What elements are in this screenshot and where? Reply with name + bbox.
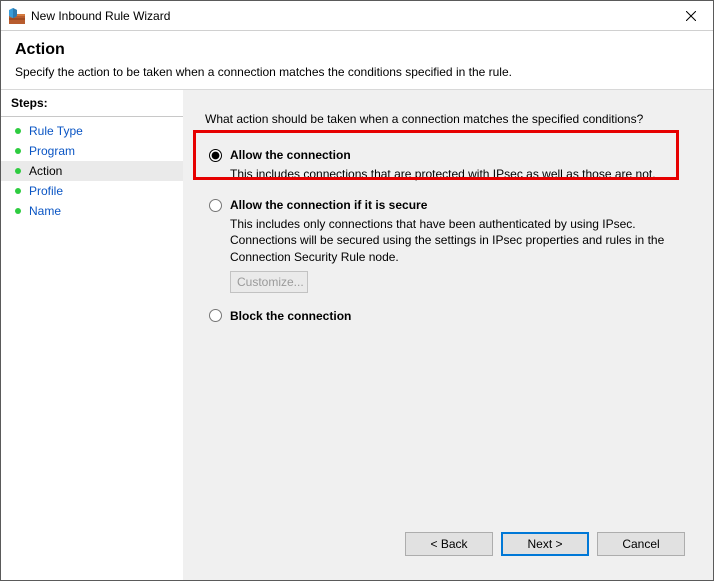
option-allow-secure-row[interactable]: Allow the connection if it is secure: [209, 198, 691, 212]
next-button[interactable]: Next >: [501, 532, 589, 556]
option-block: Block the connection: [205, 309, 691, 323]
step-name[interactable]: Name: [1, 201, 183, 221]
radio-allow-secure[interactable]: [209, 199, 222, 212]
customize-button: Customize...: [230, 271, 308, 293]
step-program[interactable]: Program: [1, 141, 183, 161]
window-title: New Inbound Rule Wizard: [31, 9, 668, 23]
close-button[interactable]: [668, 1, 713, 30]
option-block-row[interactable]: Block the connection: [209, 309, 691, 323]
step-label: Program: [29, 144, 75, 158]
option-label: Block the connection: [230, 309, 351, 323]
steps-heading: Steps:: [1, 96, 183, 116]
action-options: Allow the connection This includes conne…: [205, 148, 691, 339]
radio-allow[interactable]: [209, 149, 222, 162]
title-bar: New Inbound Rule Wizard: [1, 1, 713, 31]
step-profile[interactable]: Profile: [1, 181, 183, 201]
bullet-icon: [15, 208, 21, 214]
back-button[interactable]: < Back: [405, 532, 493, 556]
cancel-button[interactable]: Cancel: [597, 532, 685, 556]
radio-block[interactable]: [209, 309, 222, 322]
close-icon: [686, 11, 696, 21]
bullet-icon: [15, 148, 21, 154]
option-desc: This includes only connections that have…: [230, 216, 670, 265]
wizard-footer: < Back Next > Cancel: [205, 520, 691, 568]
step-label: Profile: [29, 184, 63, 198]
option-desc: This includes connections that are prote…: [230, 166, 670, 182]
bullet-icon: [15, 168, 21, 174]
option-label: Allow the connection if it is secure: [230, 198, 427, 212]
steps-sidebar: Steps: Rule Type Program Action Profile …: [1, 90, 183, 580]
dialog-window: New Inbound Rule Wizard Action Specify t…: [0, 0, 714, 581]
step-rule-type[interactable]: Rule Type: [1, 121, 183, 141]
bullet-icon: [15, 188, 21, 194]
main-panel: What action should be taken when a conne…: [183, 90, 713, 580]
page-title: Action: [15, 41, 699, 59]
step-label: Rule Type: [29, 124, 83, 138]
step-label: Action: [29, 164, 62, 178]
divider: [1, 116, 183, 117]
page-subtitle: Specify the action to be taken when a co…: [15, 65, 699, 79]
action-prompt: What action should be taken when a conne…: [205, 112, 691, 126]
page-header: Action Specify the action to be taken wh…: [1, 31, 713, 89]
bullet-icon: [15, 128, 21, 134]
firewall-icon: [9, 8, 25, 24]
option-allow-secure: Allow the connection if it is secure Thi…: [205, 198, 691, 293]
option-label: Allow the connection: [230, 148, 351, 162]
step-action[interactable]: Action: [1, 161, 183, 181]
step-label: Name: [29, 204, 61, 218]
option-allow: Allow the connection This includes conne…: [205, 148, 691, 182]
option-allow-row[interactable]: Allow the connection: [209, 148, 691, 162]
